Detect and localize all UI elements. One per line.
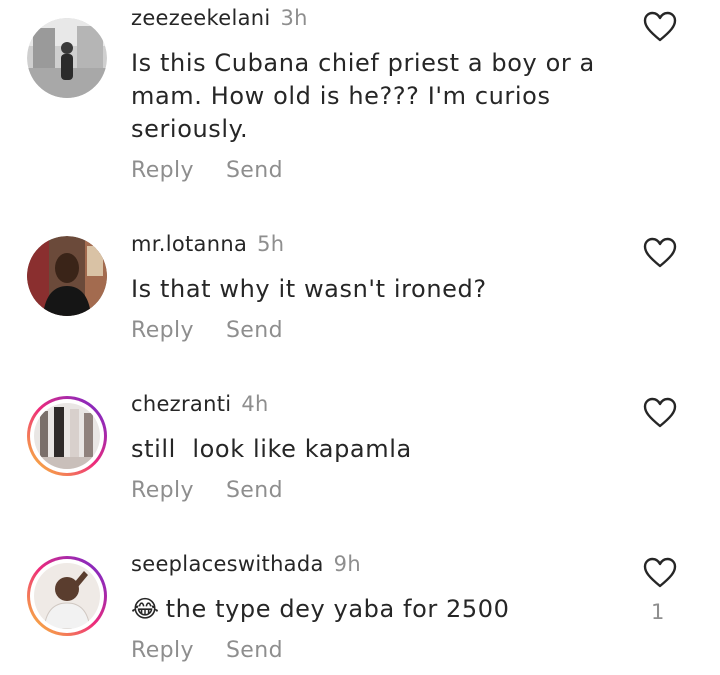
comment-text: Is this Cubana chief priest a boy or a m… <box>131 49 595 143</box>
comment-time: 5h <box>257 232 285 256</box>
reply-button[interactable]: Reply <box>131 638 194 663</box>
avatar-with-story-ring[interactable] <box>27 556 107 636</box>
reply-button[interactable]: Reply <box>131 158 194 183</box>
heart-icon[interactable] <box>643 237 677 269</box>
send-button[interactable]: Send <box>226 478 283 503</box>
comment-actions: Reply Send <box>131 158 283 183</box>
avatar[interactable] <box>27 236 107 316</box>
heart-icon[interactable] <box>643 11 677 43</box>
username-text[interactable]: zeezeekelani <box>131 6 271 30</box>
username-text[interactable]: chezranti <box>131 392 231 416</box>
comment-username[interactable]: chezranti 4h <box>131 392 269 416</box>
comment-time: 4h <box>241 392 269 416</box>
comment-username[interactable]: mr.lotanna 5h <box>131 232 284 256</box>
comment-text: Is that why it wasn't ironed? <box>131 275 487 303</box>
send-button[interactable]: Send <box>226 638 283 663</box>
comment-username[interactable]: zeezeekelani 3h <box>131 6 308 30</box>
comment-actions: Reply Send <box>131 638 283 663</box>
send-button[interactable]: Send <box>226 318 283 343</box>
heart-icon[interactable] <box>643 557 677 589</box>
send-button[interactable]: Send <box>226 158 283 183</box>
comment-time: 3h <box>280 6 308 30</box>
comment-time: 9h <box>333 552 361 576</box>
username-text[interactable]: seeplaceswithada <box>131 552 324 576</box>
reply-button[interactable]: Reply <box>131 478 194 503</box>
avatar-with-story-ring[interactable] <box>27 396 107 476</box>
reply-button[interactable]: Reply <box>131 318 194 343</box>
avatar[interactable] <box>27 18 107 98</box>
like-count: 1 <box>651 600 665 624</box>
comment-text: 😂 the type dey yaba for 2500 <box>131 593 601 626</box>
username-text[interactable]: mr.lotanna <box>131 232 247 256</box>
comment-actions: Reply Send <box>131 478 283 503</box>
comment-username[interactable]: seeplaceswithada 9h <box>131 552 361 576</box>
heart-icon[interactable] <box>643 397 677 429</box>
laughing-tears-emoji: 😂 <box>131 595 160 623</box>
comment-body: the type dey yaba for 2500 <box>165 595 510 623</box>
comment-text: still look like kapamla <box>131 435 412 463</box>
comment-actions: Reply Send <box>131 318 283 343</box>
